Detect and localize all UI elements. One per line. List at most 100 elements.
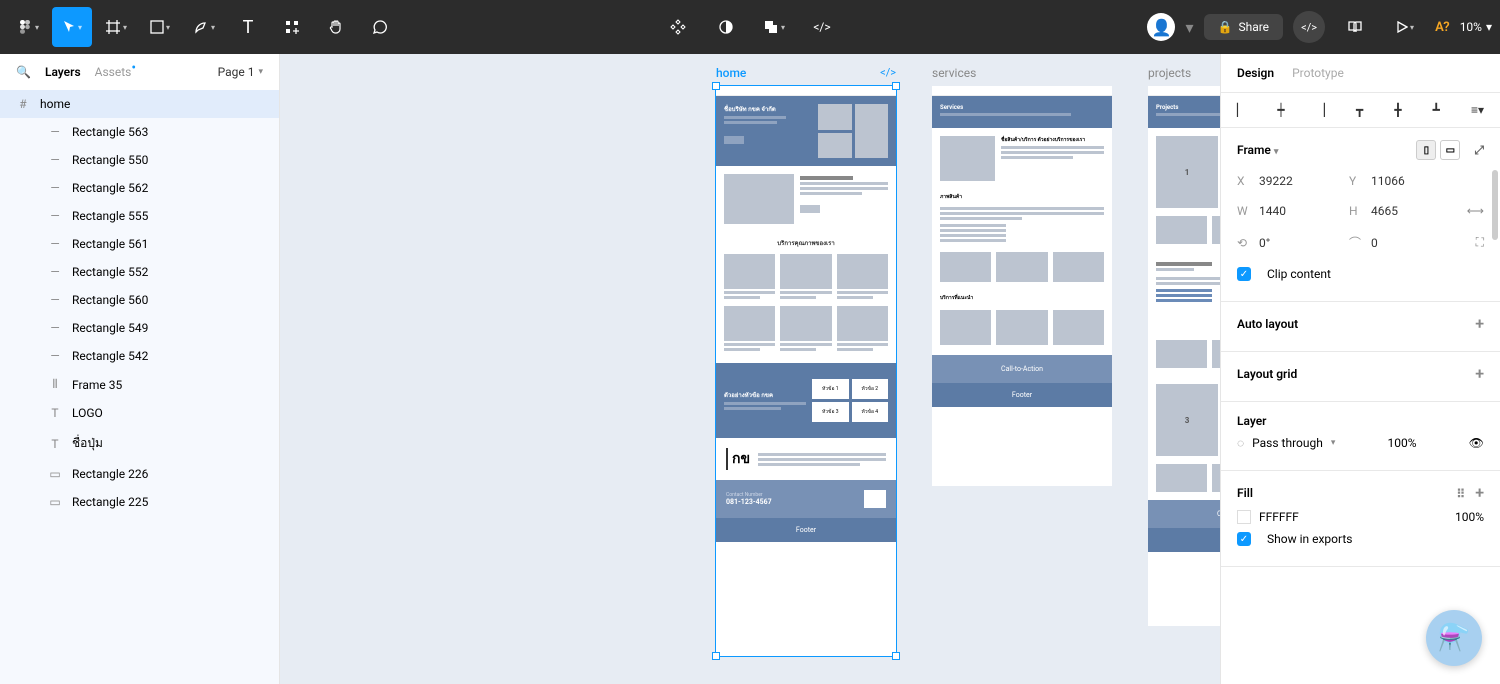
radius-input[interactable]: 0 — [1371, 236, 1441, 250]
independent-corners-icon[interactable]: ⛶ — [1476, 235, 1484, 250]
sub3: บริการที่แนะนำ — [932, 290, 1112, 306]
fill-opacity[interactable]: 100% — [1455, 510, 1484, 524]
figma-menu-button[interactable]: ▾ — [8, 7, 48, 47]
services-heading: บริการคุณภาพของเรา — [716, 232, 896, 254]
h-input[interactable]: 4665 — [1371, 204, 1441, 218]
cta-text: Call-to-Action — [932, 355, 1112, 383]
dev-toggle[interactable]: </> — [1293, 11, 1325, 43]
page-selector[interactable]: Page 1 ▾ — [218, 65, 263, 79]
prototype-tab[interactable]: Prototype — [1292, 66, 1344, 80]
components-icon[interactable] — [658, 7, 698, 47]
distribute-icon[interactable]: ≡▾ — [1471, 103, 1484, 117]
opacity-input[interactable]: 100% — [1388, 436, 1417, 450]
present-button[interactable]: ▾ — [1385, 7, 1425, 47]
lock-icon: 🔒 — [1218, 20, 1233, 34]
layer-item[interactable]: —Rectangle 562 — [0, 174, 279, 202]
shape-tool[interactable]: ▾ — [140, 7, 180, 47]
missing-fonts-icon[interactable]: A? — [1435, 20, 1450, 35]
rotation-input[interactable]: 0° — [1259, 236, 1329, 250]
contact-value: 081-123-4567 — [726, 498, 772, 506]
add-fill[interactable]: + — [1475, 483, 1484, 502]
add-grid[interactable]: + — [1475, 364, 1484, 383]
layer-frame-home[interactable]: # home — [0, 90, 279, 118]
layer-item[interactable]: —Rectangle 561 — [0, 230, 279, 258]
align-hcenter-icon[interactable]: ┿ — [1277, 103, 1284, 117]
search-icon[interactable]: 🔍 — [16, 65, 31, 79]
services-hero: Services — [940, 104, 1104, 111]
constrain-icon[interactable]: ⟷ — [1467, 204, 1484, 218]
layer-item[interactable]: —Rectangle 563 — [0, 118, 279, 146]
plugin-fab[interactable]: ⚗️ — [1426, 610, 1482, 666]
top-toolbar: ▾ ▾ ▾ ▾ ▾ T ▾ </> 👤 ▾ 🔒Share </> ▾ A? 10… — [0, 0, 1500, 54]
align-bottom-icon[interactable]: ┻ — [1433, 103, 1440, 117]
dev-mode-icon[interactable]: </> — [802, 7, 842, 47]
resources-tool[interactable] — [272, 7, 312, 47]
frame-services[interactable]: services Services ชื่อสินค้า/บริการ ตัวอ… — [932, 86, 1112, 486]
projects-hero: Projects — [1156, 104, 1220, 111]
layer-item[interactable]: TLOGO — [0, 399, 279, 427]
layer-item[interactable]: ▭Rectangle 225 — [0, 488, 279, 516]
share-button[interactable]: 🔒Share — [1204, 14, 1284, 40]
align-vcenter-icon[interactable]: ╋ — [1394, 103, 1401, 117]
layer-section-title: Layer — [1237, 414, 1484, 428]
export-checkbox[interactable]: ✓ — [1237, 532, 1251, 546]
layer-item[interactable]: Tชื่อปุ่ม — [0, 427, 279, 460]
scrollbar[interactable] — [1492, 170, 1498, 240]
library-icon[interactable] — [1335, 7, 1375, 47]
hand-tool[interactable] — [316, 7, 356, 47]
layer-item[interactable]: —Rectangle 560 — [0, 286, 279, 314]
canvas[interactable]: home </> ชื่อบริษัท กขค จำกัด บริการคุณภ… — [280, 54, 1220, 684]
frame-home[interactable]: home </> ชื่อบริษัท กขค จำกัด บริการคุณภ… — [716, 86, 896, 656]
user-avatar[interactable]: 👤 — [1147, 13, 1175, 41]
layer-item[interactable]: —Rectangle 550 — [0, 146, 279, 174]
autolayout-title: Auto layout — [1237, 317, 1298, 331]
boolean-icon[interactable]: ▾ — [754, 7, 794, 47]
layer-item[interactable]: ⦀Frame 35 — [0, 370, 279, 399]
rotation-icon: ⟲ — [1237, 236, 1251, 250]
text-tool[interactable]: T — [228, 7, 268, 47]
design-tab[interactable]: Design — [1237, 66, 1274, 80]
align-right-icon[interactable]: ▕ — [1316, 103, 1325, 117]
y-input[interactable]: 11066 — [1371, 174, 1441, 188]
layers-panel: 🔍 Layers Assets• Page 1 ▾ # home —Rectan… — [0, 54, 280, 684]
footer-text: Footer — [932, 383, 1112, 407]
align-top-icon[interactable]: ┳ — [1356, 103, 1363, 117]
layer-item[interactable]: —Rectangle 542 — [0, 342, 279, 370]
show-exports-label: Show in exports — [1267, 532, 1352, 546]
pen-tool[interactable]: ▾ — [184, 7, 224, 47]
hero-title: ชื่อบริษัท กขค จำกัด — [724, 104, 812, 114]
fill-swatch[interactable] — [1237, 510, 1251, 524]
layers-tab[interactable]: Layers — [45, 65, 81, 79]
frame-icon: # — [16, 97, 30, 111]
blend-select[interactable]: Pass through — [1252, 436, 1323, 450]
mask-icon[interactable] — [706, 7, 746, 47]
frame-label-projects[interactable]: projects — [1148, 66, 1191, 80]
w-input[interactable]: 1440 — [1259, 204, 1329, 218]
layer-item[interactable]: —Rectangle 549 — [0, 314, 279, 342]
layer-item[interactable]: —Rectangle 552 — [0, 258, 279, 286]
clip-checkbox[interactable]: ✓ — [1237, 267, 1251, 281]
x-input[interactable]: 39222 — [1259, 174, 1329, 188]
portrait-icon[interactable]: ▯ — [1416, 140, 1436, 160]
move-tool[interactable]: ▾ — [52, 7, 92, 47]
add-autolayout[interactable]: + — [1475, 314, 1484, 333]
radius-icon: ⌒ — [1349, 234, 1363, 251]
frame-tool[interactable]: ▾ — [96, 7, 136, 47]
assets-tab[interactable]: Assets• — [95, 64, 136, 80]
cta-text: Call-to-Action — [1148, 500, 1220, 528]
resize-fit-icon[interactable]: ⤢ — [1474, 143, 1484, 158]
fill-style-icon[interactable]: ⠿ — [1456, 487, 1465, 501]
frame-label-home[interactable]: home — [716, 66, 746, 80]
layer-item[interactable]: ▭Rectangle 226 — [0, 460, 279, 488]
dev-ready-icon[interactable]: </> — [880, 66, 896, 79]
visibility-icon[interactable]: 👁 — [1469, 436, 1484, 450]
zoom-control[interactable]: 10%▾ — [1460, 20, 1492, 34]
layer-item[interactable]: —Rectangle 555 — [0, 202, 279, 230]
align-left-icon[interactable]: ▏ — [1237, 103, 1246, 117]
comment-tool[interactable] — [360, 7, 400, 47]
frame-label-services[interactable]: services — [932, 66, 976, 80]
fill-hex[interactable]: FFFFFF — [1259, 510, 1299, 524]
frame-projects[interactable]: projects Projects 1 2 3 Call-to-Action F… — [1148, 86, 1220, 626]
blend-icon: ◌ — [1237, 436, 1244, 450]
landscape-icon[interactable]: ▭ — [1440, 140, 1460, 160]
